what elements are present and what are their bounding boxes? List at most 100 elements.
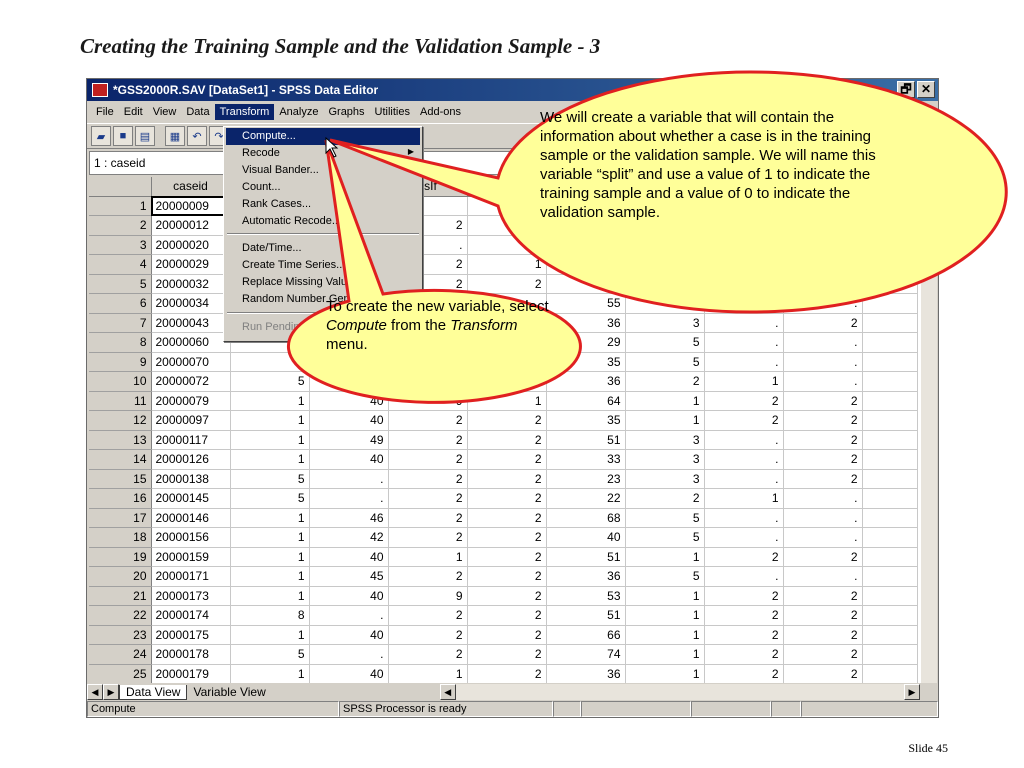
data-cell[interactable]: 20000146 xyxy=(151,508,231,528)
data-cell[interactable]: 55 xyxy=(546,293,626,314)
data-cell[interactable]: 40 xyxy=(546,527,626,548)
data-cell[interactable]: 20000173 xyxy=(151,586,231,606)
data-cell-empty[interactable] xyxy=(862,625,918,645)
row-header[interactable]: 15 xyxy=(89,469,152,489)
row-header[interactable]: 11 xyxy=(89,391,152,411)
data-cell-empty[interactable] xyxy=(862,274,918,294)
data-cell[interactable]: 2 xyxy=(783,547,863,567)
menu-analyze[interactable]: Analyze xyxy=(274,104,323,120)
menu-graphs[interactable]: Graphs xyxy=(323,104,369,120)
data-cell[interactable]: 2 xyxy=(388,508,468,528)
data-cell-empty[interactable] xyxy=(862,449,918,470)
data-cell[interactable] xyxy=(704,254,784,275)
data-cell[interactable]: . xyxy=(704,332,784,353)
data-cell[interactable]: 20000034 xyxy=(151,293,231,314)
data-cell-empty[interactable] xyxy=(862,586,918,606)
transform-menu-item-replace-missing-values[interactable]: Replace Missing Values... xyxy=(226,274,420,291)
data-cell[interactable]: 1 xyxy=(625,586,705,606)
data-cell-empty[interactable] xyxy=(862,508,918,528)
tab-scroll-left-icon[interactable]: ◀ xyxy=(87,684,103,700)
row-header[interactable]: 6 xyxy=(89,293,152,314)
data-cell[interactable]: 2 xyxy=(467,469,547,489)
undo-icon[interactable]: ↶ xyxy=(187,126,207,146)
data-cell[interactable]: 35 xyxy=(546,352,626,372)
data-cell[interactable]: 20000159 xyxy=(151,547,231,567)
data-cell[interactable]: 1 xyxy=(230,586,310,606)
data-cell[interactable]: 2 xyxy=(388,410,468,431)
row-header[interactable]: 2 xyxy=(89,215,152,236)
data-cell[interactable]: 2 xyxy=(467,508,547,528)
row-header[interactable]: 18 xyxy=(89,527,152,548)
data-cell-empty[interactable] xyxy=(862,566,918,587)
row-header[interactable]: 8 xyxy=(89,332,152,353)
data-cell[interactable]: 20000070 xyxy=(151,352,231,372)
data-cell[interactable] xyxy=(704,235,784,255)
data-cell[interactable]: 33 xyxy=(546,449,626,470)
data-cell[interactable]: 20000156 xyxy=(151,527,231,548)
hscroll-right-icon[interactable]: ▶ xyxy=(904,684,920,700)
data-cell[interactable]: 2 xyxy=(783,664,863,683)
data-cell[interactable]: 36 xyxy=(546,371,626,392)
data-cell-empty[interactable] xyxy=(862,332,918,353)
data-cell[interactable]: 5 xyxy=(230,488,310,509)
data-cell[interactable]: 1 xyxy=(625,410,705,431)
data-cell[interactable]: 2 xyxy=(467,430,547,450)
data-cell[interactable]: 1 xyxy=(388,664,468,683)
data-cell-empty[interactable] xyxy=(862,371,918,392)
data-cell[interactable] xyxy=(388,371,468,392)
data-cell[interactable]: 1 xyxy=(230,527,310,548)
data-cell[interactable]: 3 xyxy=(625,449,705,470)
data-cell-empty[interactable] xyxy=(862,644,918,665)
data-cell[interactable]: . xyxy=(704,566,784,587)
data-cell[interactable]: 5 xyxy=(625,527,705,548)
data-cell[interactable]: 8 xyxy=(230,605,310,626)
data-cell[interactable]: 1 xyxy=(704,488,784,509)
horizontal-scrollbar[interactable] xyxy=(455,684,904,700)
data-cell[interactable]: 5 xyxy=(230,469,310,489)
data-cell[interactable]: 2 xyxy=(467,566,547,587)
data-cell[interactable]: 40 xyxy=(309,625,389,645)
data-cell[interactable]: 49 xyxy=(309,430,389,450)
transform-menu-item-visual-bander[interactable]: Visual Bander... xyxy=(226,162,420,179)
data-cell[interactable]: 51 xyxy=(546,547,626,567)
data-cell[interactable]: 2 xyxy=(625,371,705,392)
data-cell[interactable]: . xyxy=(704,449,784,470)
dialog-recall-icon[interactable]: ▦ xyxy=(165,126,185,146)
data-cell[interactable]: 1 xyxy=(230,410,310,431)
data-cell[interactable] xyxy=(388,352,468,372)
data-cell[interactable]: . xyxy=(704,293,784,314)
data-cell[interactable]: . xyxy=(309,605,389,626)
data-cell[interactable]: . xyxy=(783,527,863,548)
data-cell[interactable]: 2 xyxy=(783,469,863,489)
data-cell[interactable]: 1 xyxy=(230,664,310,683)
data-cell[interactable]: 2 xyxy=(388,469,468,489)
data-cell[interactable]: 1 xyxy=(467,254,547,275)
data-cell[interactable]: 1 xyxy=(230,625,310,645)
row-header[interactable]: 5 xyxy=(89,274,152,294)
data-cell[interactable]: 20000012 xyxy=(151,215,231,236)
data-cell[interactable]: 2 xyxy=(704,410,784,431)
data-cell[interactable]: 2 xyxy=(467,644,547,665)
data-cell[interactable]: 2 xyxy=(467,625,547,645)
data-cell[interactable] xyxy=(625,254,705,275)
data-cell[interactable]: 2 xyxy=(783,313,863,333)
data-cell[interactable]: 2 xyxy=(388,449,468,470)
data-cell[interactable]: 1 xyxy=(230,449,310,470)
data-cell[interactable]: 42 xyxy=(309,527,389,548)
data-cell[interactable]: 2 xyxy=(783,410,863,431)
data-cell[interactable]: 40 xyxy=(309,586,389,606)
data-cell-empty[interactable] xyxy=(862,293,918,314)
data-cell[interactable]: 2 xyxy=(704,547,784,567)
data-cell[interactable]: 5 xyxy=(625,293,705,314)
save-icon[interactable]: ■ xyxy=(113,126,133,146)
row-header[interactable]: 19 xyxy=(89,547,152,567)
data-cell[interactable]: 2 xyxy=(783,274,863,294)
row-header[interactable]: 17 xyxy=(89,508,152,528)
data-cell-empty[interactable] xyxy=(862,235,918,255)
data-cell-empty[interactable] xyxy=(862,254,918,275)
data-cell[interactable] xyxy=(546,235,626,255)
row-header[interactable]: 24 xyxy=(89,644,152,665)
menu-view[interactable]: View xyxy=(148,104,182,120)
data-cell[interactable]: 20000117 xyxy=(151,430,231,450)
data-cell[interactable]: 36 xyxy=(546,664,626,683)
